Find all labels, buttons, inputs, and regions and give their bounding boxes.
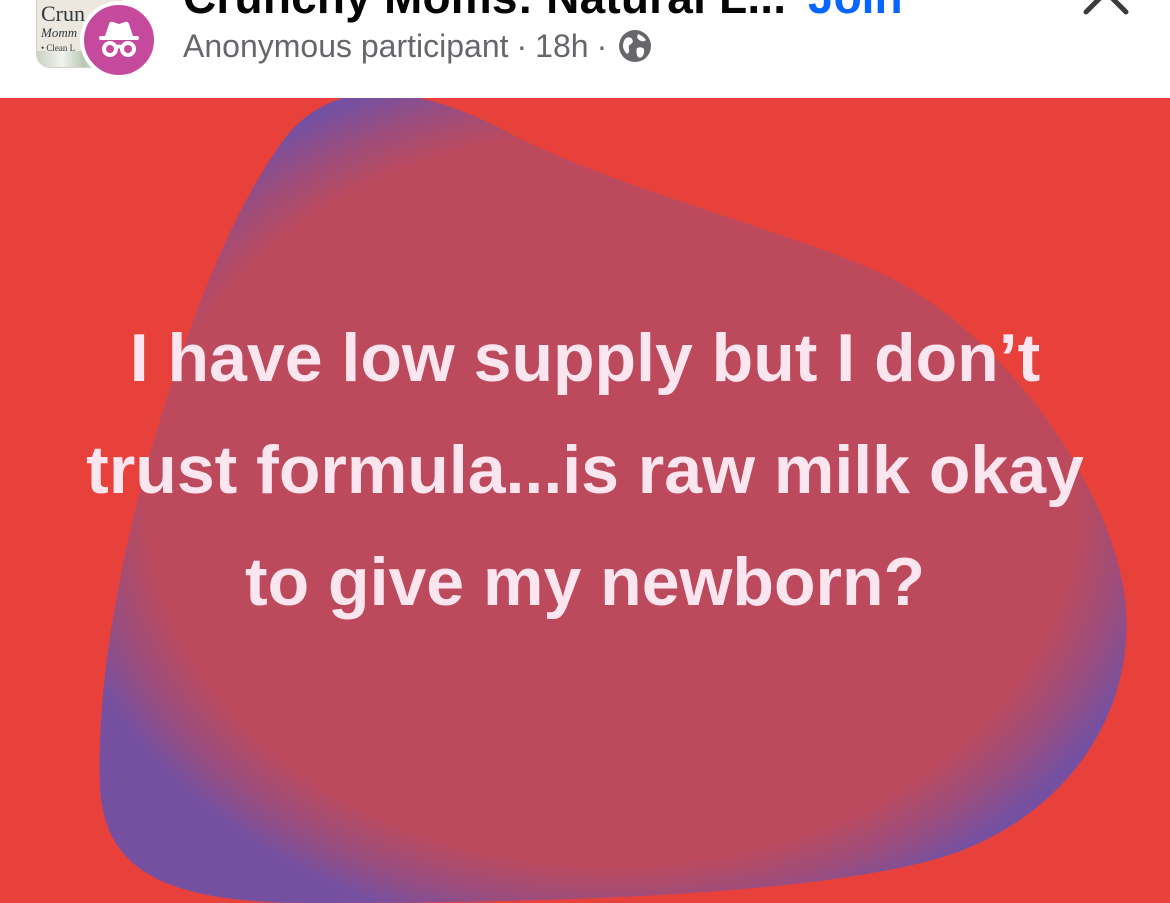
globe-icon[interactable] — [617, 28, 653, 64]
close-icon[interactable] — [1082, 0, 1130, 16]
meta-separator: · — [596, 27, 608, 64]
post-background[interactable]: I have low supply but I don’t trust form… — [0, 98, 1170, 903]
anonymous-avatar[interactable] — [80, 1, 158, 79]
group-thumb-subtitle: Momm — [41, 25, 78, 40]
author-name[interactable]: Anonymous participant — [183, 28, 509, 65]
join-button[interactable]: Join — [808, 0, 903, 24]
post-meta: Anonymous participant · 18h · — [183, 26, 653, 66]
group-name[interactable]: Crunchy Moms: Natural L... — [183, 0, 786, 24]
post-time[interactable]: 18h — [535, 28, 588, 65]
post-text: I have low supply but I don’t trust form… — [86, 320, 1084, 620]
group-thumb-title: Crun — [41, 1, 85, 26]
incognito-icon — [99, 21, 139, 57]
meta-separator: · — [516, 27, 528, 64]
post-header: Crun Momm • Clean L Crunchy Moms: Natura… — [0, 0, 1170, 98]
